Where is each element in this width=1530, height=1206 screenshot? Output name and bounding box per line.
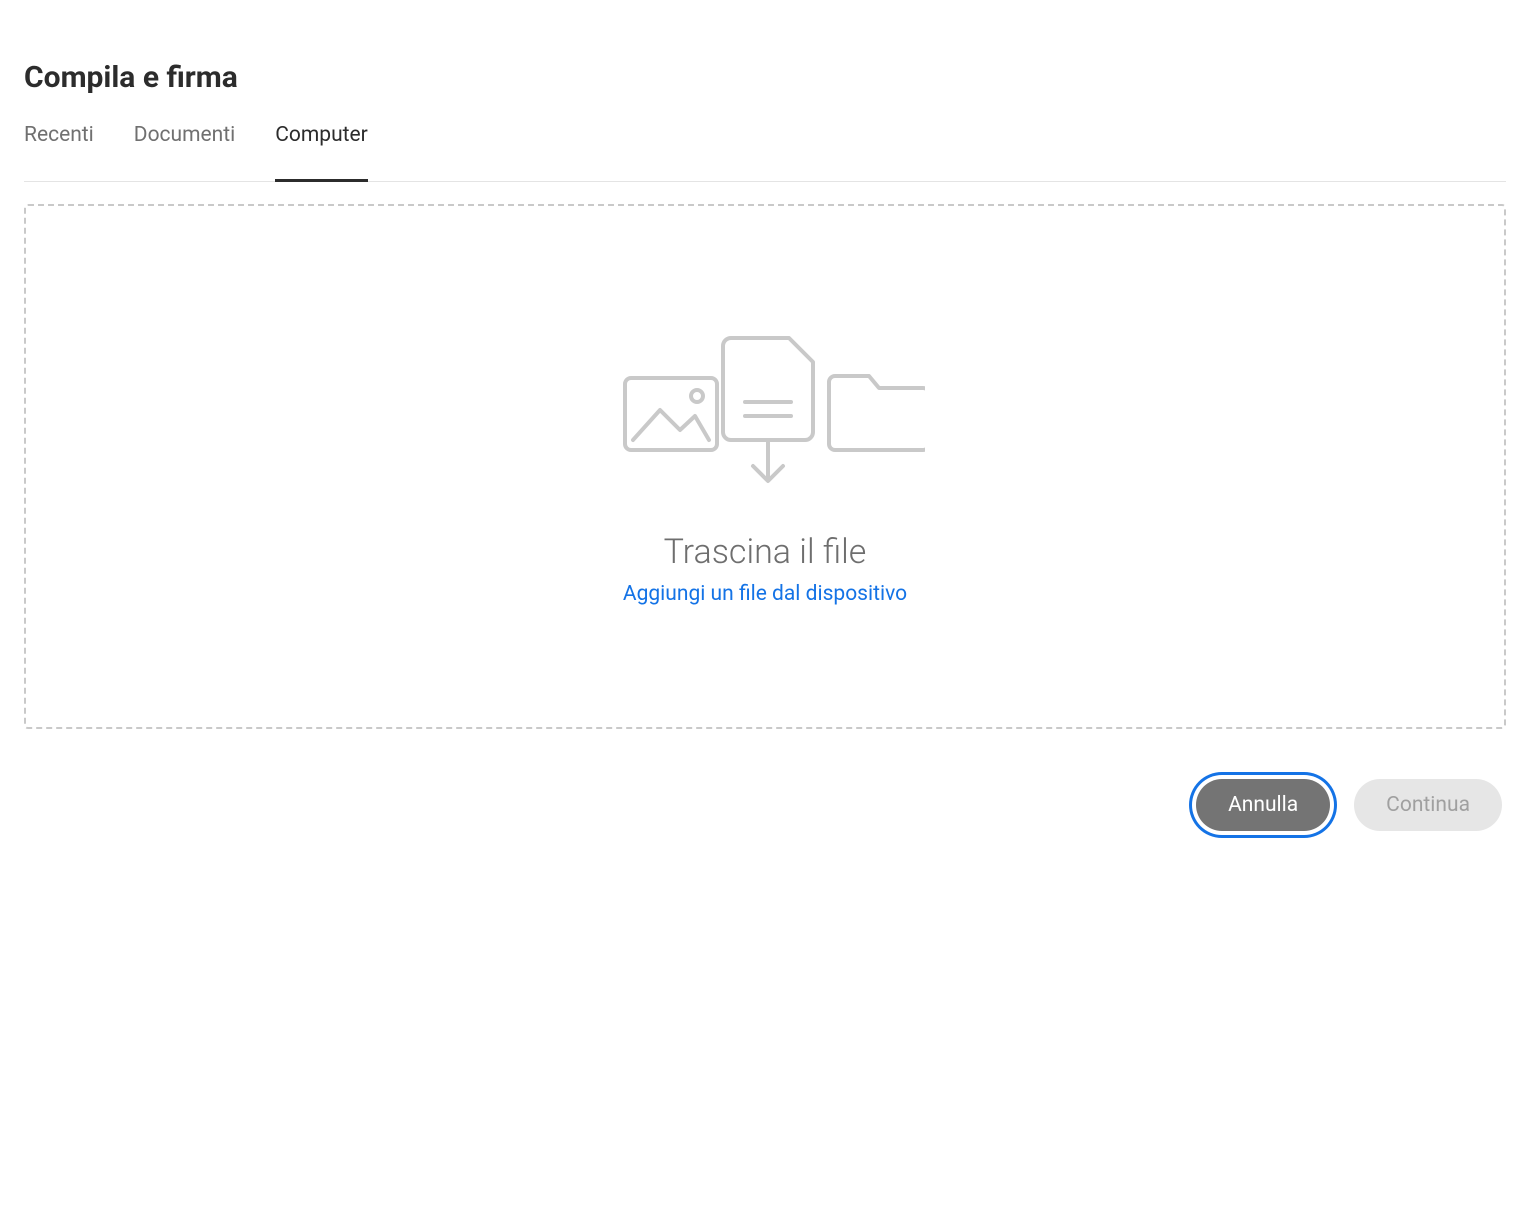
footer-buttons: Annulla Continua — [24, 729, 1506, 831]
tab-computer[interactable]: Computer — [275, 123, 368, 181]
tab-documenti[interactable]: Documenti — [134, 123, 235, 181]
continue-button: Continua — [1354, 779, 1502, 831]
dropzone-heading: Trascina il file — [664, 532, 867, 572]
cancel-button[interactable]: Annulla — [1196, 779, 1330, 831]
page-title: Compila e firma — [24, 60, 1506, 95]
tabs: Recenti Documenti Computer — [24, 123, 1506, 182]
tab-recenti[interactable]: Recenti — [24, 123, 94, 181]
upload-files-icon — [605, 328, 925, 492]
file-dropzone[interactable]: Trascina il file Aggiungi un file dal di… — [24, 204, 1506, 729]
add-file-link[interactable]: Aggiungi un file dal dispositivo — [623, 582, 907, 606]
